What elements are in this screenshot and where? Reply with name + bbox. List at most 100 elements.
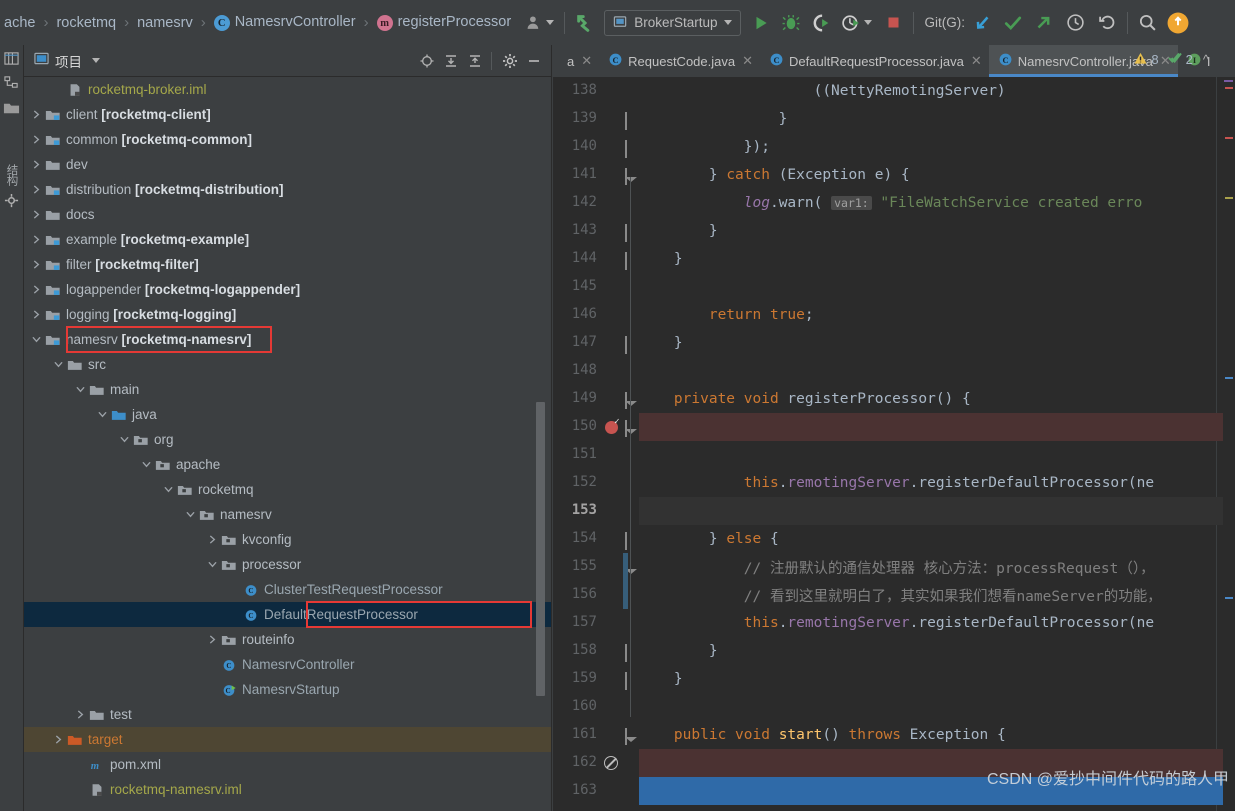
code-line[interactable]: 157 this.remotingServer.registerDefaultP… [553, 609, 1235, 637]
tree-row[interactable]: rocketmq-broker.iml [24, 77, 551, 102]
chevron-right-icon[interactable] [28, 102, 44, 127]
update-project-icon[interactable] [971, 10, 995, 36]
user-icon[interactable] [523, 10, 557, 36]
inspection-widget[interactable]: 8 2 ^ [1134, 51, 1209, 68]
tree-row[interactable]: routeinfo [24, 627, 551, 652]
chevron-down-icon[interactable] [94, 402, 110, 427]
close-icon[interactable]: ✕ [742, 53, 753, 69]
code-line[interactable]: 164 if (this.fileWatchService != null) { [553, 805, 1235, 811]
fold-expanded-icon[interactable] [625, 168, 627, 185]
stripe-label-structure[interactable]: 结构 [4, 164, 20, 185]
fold-marker-icon[interactable] [625, 532, 627, 550]
profiler-icon[interactable] [839, 10, 875, 36]
code-line[interactable]: 160 [553, 693, 1235, 721]
fold-marker-icon[interactable] [625, 140, 627, 158]
fold-expanded-icon[interactable] [625, 420, 627, 437]
chevron-right-icon[interactable] [28, 277, 44, 302]
code-line[interactable]: 142 log.warn( var1: "FileWatchService cr… [553, 189, 1235, 217]
tree-row[interactable]: common [rocketmq-common] [24, 127, 551, 152]
project-tree[interactable]: rocketmq-broker.iml client [rocketmq-clie… [24, 77, 551, 811]
code-line[interactable]: 145 [553, 273, 1235, 301]
code-viewport[interactable]: 138 ((NettyRemotingServer) 139 } 140 }); 14… [553, 77, 1235, 811]
select-opened-file-icon[interactable] [416, 50, 438, 72]
tree-row[interactable]: namesrv [rocketmq-namesrv] [24, 327, 551, 352]
fold-marker-icon[interactable] [625, 252, 627, 270]
editor-tab[interactable]: C RequestCode.java ✕ [599, 45, 760, 77]
tree-row[interactable]: C NamesrvController [24, 652, 551, 677]
history-icon[interactable] [1063, 10, 1088, 36]
folder-tool-icon[interactable] [3, 101, 20, 120]
code-line[interactable]: 147 } [553, 329, 1235, 357]
collapse-all-icon[interactable] [464, 50, 486, 72]
update-arrow-icon[interactable] [572, 10, 600, 36]
stop-icon[interactable] [882, 10, 906, 36]
tree-row[interactable]: main [24, 377, 551, 402]
project-tree-scrollbar[interactable] [536, 402, 545, 696]
rollback-icon[interactable] [1095, 10, 1120, 36]
fold-expanded-icon[interactable] [625, 728, 627, 745]
chevron-right-icon[interactable] [28, 202, 44, 227]
locate-icon[interactable] [4, 193, 19, 213]
tree-row[interactable]: distribution [rocketmq-distribution] [24, 177, 551, 202]
chevron-right-icon[interactable] [28, 252, 44, 277]
tree-row[interactable]: target [24, 727, 551, 752]
tree-row[interactable]: src [24, 352, 551, 377]
fold-expanded-icon[interactable] [625, 392, 627, 409]
code-line[interactable]: 155 // 注册默认的通信处理器 核心方法：processRequest（）， [553, 553, 1235, 581]
fold-marker-icon[interactable] [625, 112, 627, 130]
tree-row[interactable]: C ClusterTestRequestProcessor [24, 577, 551, 602]
close-icon[interactable]: ✕ [971, 53, 982, 69]
fold-marker-icon[interactable] [625, 644, 627, 662]
tree-row[interactable]: test [24, 702, 551, 727]
tree-row[interactable]: processor [24, 552, 551, 577]
search-everywhere-icon[interactable] [1135, 10, 1160, 36]
chevron-right-icon[interactable] [28, 227, 44, 252]
tree-row[interactable]: docs [24, 202, 551, 227]
chevron-down-icon[interactable] [863, 20, 872, 25]
tree-row[interactable]: rocketmq-namesrv.iml [24, 777, 551, 802]
editor-tab[interactable]: C DefaultRequestProcessor.java ✕ [760, 45, 989, 77]
tree-row[interactable]: filter [rocketmq-filter] [24, 252, 551, 277]
tree-row[interactable]: java [24, 402, 551, 427]
chevron-right-icon[interactable] [28, 302, 44, 327]
code-line[interactable]: 154 } else { [553, 525, 1235, 553]
breadcrumb-item-ache[interactable]: ache [2, 15, 37, 31]
breakpoint-icon[interactable] [601, 413, 621, 441]
chevron-right-icon[interactable] [72, 702, 88, 727]
chevron-down-icon[interactable] [138, 452, 154, 477]
tree-row[interactable]: namesrv [24, 502, 551, 527]
tree-row[interactable]: rocketmq [24, 477, 551, 502]
chevron-down-icon[interactable] [182, 502, 198, 527]
chevron-right-icon[interactable] [28, 177, 44, 202]
code-line[interactable]: 143 } [553, 217, 1235, 245]
code-line[interactable]: 149 private void registerProcessor() { [553, 385, 1235, 413]
run-icon[interactable] [749, 10, 773, 36]
commit-icon[interactable] [1001, 10, 1025, 36]
code-line[interactable]: 153 this.remotingExecutor); [553, 497, 1235, 525]
tree-row[interactable]: logappender [rocketmq-logappender] [24, 277, 551, 302]
chevron-right-icon[interactable] [28, 152, 44, 177]
chevron-down-icon[interactable] [50, 352, 66, 377]
tree-row[interactable]: logging [rocketmq-logging] [24, 302, 551, 327]
breadcrumb-item-registerprocessor[interactable]: m registerProcessor [375, 14, 514, 32]
tree-row[interactable]: C DefaultRequestProcessor [24, 602, 551, 627]
tree-row[interactable]: org [24, 427, 551, 452]
code-line[interactable]: 152 this.remotingServer.registerDefaultP… [553, 469, 1235, 497]
chevron-down-icon[interactable] [160, 477, 176, 502]
chevron-down-icon[interactable] [116, 427, 132, 452]
chevron-right-icon[interactable] [28, 127, 44, 152]
fold-marker-icon[interactable] [625, 672, 627, 690]
chevron-right-icon[interactable] [204, 527, 220, 552]
chevron-right-icon[interactable] [50, 727, 66, 752]
minimize-icon[interactable] [523, 50, 545, 72]
notification-icon[interactable] [1164, 10, 1192, 36]
code-line[interactable]: 161 public void start() throws Exception… [553, 721, 1235, 749]
code-line[interactable]: 138 ((NettyRemotingServer) [553, 77, 1235, 105]
editor-tab[interactable]: a ✕ [553, 45, 599, 77]
code-line[interactable]: 146 return true; [553, 301, 1235, 329]
chevron-down-icon[interactable] [28, 327, 44, 352]
code-line[interactable]: 139 } [553, 105, 1235, 133]
muted-breakpoint-icon[interactable] [601, 749, 621, 777]
structure-tool-icon[interactable] [4, 75, 19, 95]
code-line[interactable]: 156 // 看到这里就明白了，其实如果我们想看nameServer的功能， [553, 581, 1235, 609]
